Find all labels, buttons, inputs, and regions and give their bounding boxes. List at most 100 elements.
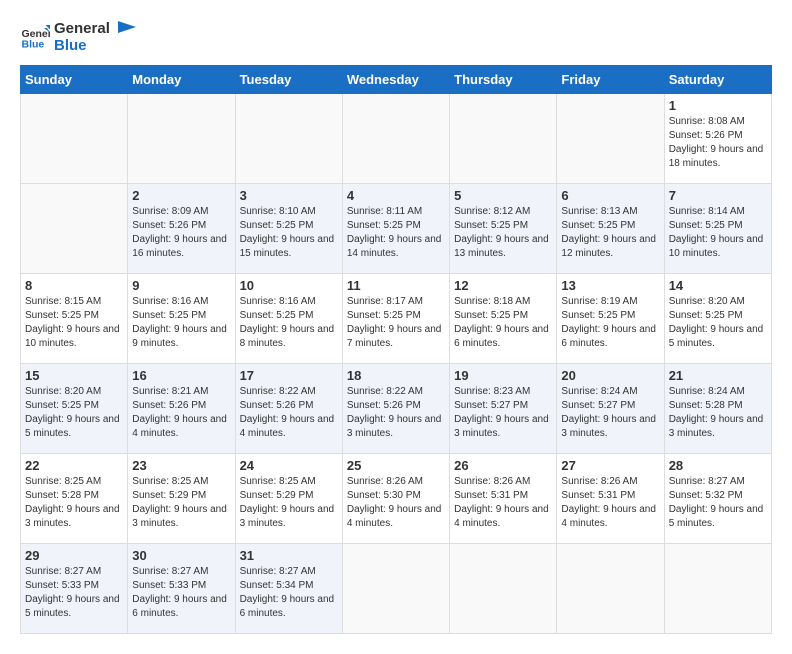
calendar-table: SundayMondayTuesdayWednesdayThursdayFrid… xyxy=(20,65,772,634)
calendar-day-cell: 8Sunrise: 8:15 AMSunset: 5:25 PMDaylight… xyxy=(21,273,128,363)
calendar-day-cell: 20 Sunrise: 8:24 AMSunset: 5:27 PMDayligh… xyxy=(557,363,664,453)
day-number: 4 xyxy=(347,188,445,203)
header-tuesday: Tuesday xyxy=(235,65,342,93)
day-detail: Sunrise: 8:10 AMSunset: 5:25 PMDaylight:… xyxy=(240,206,335,259)
calendar-week-row: 29 Sunrise: 8:27 AMSunset: 5:33 PMDayligh… xyxy=(21,543,772,633)
header-wednesday: Wednesday xyxy=(342,65,449,93)
day-number: 12 xyxy=(454,278,552,293)
calendar-week-row: 22 Sunrise: 8:25 AMSunset: 5:28 PMDayligh… xyxy=(21,453,772,543)
calendar-day-cell xyxy=(342,543,449,633)
calendar-week-row: 8Sunrise: 8:15 AMSunset: 5:25 PMDaylight… xyxy=(21,273,772,363)
day-number: 30 xyxy=(132,548,230,563)
day-number: 24 xyxy=(240,458,338,473)
day-number: 9 xyxy=(132,278,230,293)
day-detail: Sunrise: 8:14 AMSunset: 5:25 PMDaylight:… xyxy=(669,206,764,259)
day-detail: Sunrise: 8:25 AMSunset: 5:29 PMDaylight:… xyxy=(132,476,227,529)
calendar-day-cell xyxy=(342,93,449,183)
calendar-week-row: 15Sunrise: 8:20 AMSunset: 5:25 PMDayligh… xyxy=(21,363,772,453)
day-number: 29 xyxy=(25,548,123,563)
day-detail: Sunrise: 8:16 AMSunset: 5:25 PMDaylight:… xyxy=(132,296,227,349)
calendar-day-cell: 11 Sunrise: 8:17 AMSunset: 5:25 PMDayligh… xyxy=(342,273,449,363)
day-detail: Sunrise: 8:27 AMSunset: 5:33 PMDaylight:… xyxy=(25,566,120,619)
calendar-day-cell: 15Sunrise: 8:20 AMSunset: 5:25 PMDayligh… xyxy=(21,363,128,453)
day-number: 22 xyxy=(25,458,123,473)
calendar-day-cell: 2 Sunrise: 8:09 AMSunset: 5:26 PMDaylight… xyxy=(128,183,235,273)
calendar-day-cell xyxy=(557,543,664,633)
day-number: 28 xyxy=(669,458,767,473)
calendar-day-cell xyxy=(557,93,664,183)
day-detail: Sunrise: 8:20 AMSunset: 5:25 PMDaylight:… xyxy=(669,296,764,349)
calendar-day-cell xyxy=(21,93,128,183)
day-number: 20 xyxy=(561,368,659,383)
day-detail: Sunrise: 8:24 AMSunset: 5:27 PMDaylight:… xyxy=(561,386,656,439)
day-detail: Sunrise: 8:15 AMSunset: 5:25 PMDaylight:… xyxy=(25,296,120,349)
logo: General Blue General Blue xyxy=(20,20,138,55)
calendar-day-cell: 9 Sunrise: 8:16 AMSunset: 5:25 PMDaylight… xyxy=(128,273,235,363)
day-number: 5 xyxy=(454,188,552,203)
day-number: 6 xyxy=(561,188,659,203)
calendar-day-cell: 23 Sunrise: 8:25 AMSunset: 5:29 PMDayligh… xyxy=(128,453,235,543)
day-detail: Sunrise: 8:22 AMSunset: 5:26 PMDaylight:… xyxy=(347,386,442,439)
day-number: 21 xyxy=(669,368,767,383)
day-detail: Sunrise: 8:24 AMSunset: 5:28 PMDaylight:… xyxy=(669,386,764,439)
day-number: 10 xyxy=(240,278,338,293)
header-thursday: Thursday xyxy=(450,65,557,93)
calendar-day-cell: 24 Sunrise: 8:25 AMSunset: 5:29 PMDayligh… xyxy=(235,453,342,543)
calendar-day-cell xyxy=(235,93,342,183)
header-monday: Monday xyxy=(128,65,235,93)
day-number: 2 xyxy=(132,188,230,203)
logo-icon: General Blue xyxy=(20,22,50,52)
calendar-day-cell: 25 Sunrise: 8:26 AMSunset: 5:30 PMDayligh… xyxy=(342,453,449,543)
calendar-day-cell: 4 Sunrise: 8:11 AMSunset: 5:25 PMDaylight… xyxy=(342,183,449,273)
day-detail: Sunrise: 8:11 AMSunset: 5:25 PMDaylight:… xyxy=(347,206,442,259)
calendar-day-cell: 17 Sunrise: 8:22 AMSunset: 5:26 PMDayligh… xyxy=(235,363,342,453)
calendar-day-cell: 31 Sunrise: 8:27 AMSunset: 5:34 PMDayligh… xyxy=(235,543,342,633)
calendar-day-cell: 21 Sunrise: 8:24 AMSunset: 5:28 PMDayligh… xyxy=(664,363,771,453)
day-number: 17 xyxy=(240,368,338,383)
calendar-day-cell: 19Sunrise: 8:23 AMSunset: 5:27 PMDayligh… xyxy=(450,363,557,453)
calendar-day-cell: 18 Sunrise: 8:22 AMSunset: 5:26 PMDayligh… xyxy=(342,363,449,453)
header-saturday: Saturday xyxy=(664,65,771,93)
day-detail: Sunrise: 8:17 AMSunset: 5:25 PMDaylight:… xyxy=(347,296,442,349)
day-detail: Sunrise: 8:16 AMSunset: 5:25 PMDaylight:… xyxy=(240,296,335,349)
calendar-day-cell xyxy=(450,93,557,183)
day-number: 11 xyxy=(347,278,445,293)
calendar-day-cell: 5Sunrise: 8:12 AMSunset: 5:25 PMDaylight… xyxy=(450,183,557,273)
calendar-day-cell: 7Sunrise: 8:14 AMSunset: 5:25 PMDaylight… xyxy=(664,183,771,273)
day-number: 31 xyxy=(240,548,338,563)
day-detail: Sunrise: 8:27 AMSunset: 5:32 PMDaylight:… xyxy=(669,476,764,529)
calendar-day-cell: 13Sunrise: 8:19 AMSunset: 5:25 PMDayligh… xyxy=(557,273,664,363)
day-number: 18 xyxy=(347,368,445,383)
day-detail: Sunrise: 8:13 AMSunset: 5:25 PMDaylight:… xyxy=(561,206,656,259)
calendar-day-cell xyxy=(21,183,128,273)
day-detail: Sunrise: 8:25 AMSunset: 5:28 PMDaylight:… xyxy=(25,476,120,529)
logo-blue: Blue xyxy=(54,37,110,54)
day-number: 25 xyxy=(347,458,445,473)
logo-general: General xyxy=(54,20,110,37)
calendar-day-cell: 14Sunrise: 8:20 AMSunset: 5:25 PMDayligh… xyxy=(664,273,771,363)
calendar-week-row: 2 Sunrise: 8:09 AMSunset: 5:26 PMDaylight… xyxy=(21,183,772,273)
page-header: General Blue General Blue xyxy=(20,20,772,55)
header-sunday: Sunday xyxy=(21,65,128,93)
calendar-body: 1Sunrise: 8:08 AMSunset: 5:26 PMDaylight… xyxy=(21,93,772,633)
day-number: 19 xyxy=(454,368,552,383)
day-detail: Sunrise: 8:27 AMSunset: 5:34 PMDaylight:… xyxy=(240,566,335,619)
day-number: 26 xyxy=(454,458,552,473)
day-number: 15 xyxy=(25,368,123,383)
day-number: 23 xyxy=(132,458,230,473)
day-detail: Sunrise: 8:09 AMSunset: 5:26 PMDaylight:… xyxy=(132,206,227,259)
day-detail: Sunrise: 8:22 AMSunset: 5:26 PMDaylight:… xyxy=(240,386,335,439)
calendar-day-cell xyxy=(450,543,557,633)
calendar-day-cell: 12Sunrise: 8:18 AMSunset: 5:25 PMDayligh… xyxy=(450,273,557,363)
header-friday: Friday xyxy=(557,65,664,93)
logo-flag-icon xyxy=(116,19,138,41)
day-detail: Sunrise: 8:26 AMSunset: 5:30 PMDaylight:… xyxy=(347,476,442,529)
calendar-day-cell: 1Sunrise: 8:08 AMSunset: 5:26 PMDaylight… xyxy=(664,93,771,183)
calendar-day-cell: 10 Sunrise: 8:16 AMSunset: 5:25 PMDayligh… xyxy=(235,273,342,363)
calendar-day-cell: 28 Sunrise: 8:27 AMSunset: 5:32 PMDayligh… xyxy=(664,453,771,543)
day-detail: Sunrise: 8:25 AMSunset: 5:29 PMDaylight:… xyxy=(240,476,335,529)
calendar-day-cell xyxy=(664,543,771,633)
calendar-day-cell: 30Sunrise: 8:27 AMSunset: 5:33 PMDayligh… xyxy=(128,543,235,633)
calendar-day-cell: 29 Sunrise: 8:27 AMSunset: 5:33 PMDayligh… xyxy=(21,543,128,633)
day-detail: Sunrise: 8:26 AMSunset: 5:31 PMDaylight:… xyxy=(561,476,656,529)
